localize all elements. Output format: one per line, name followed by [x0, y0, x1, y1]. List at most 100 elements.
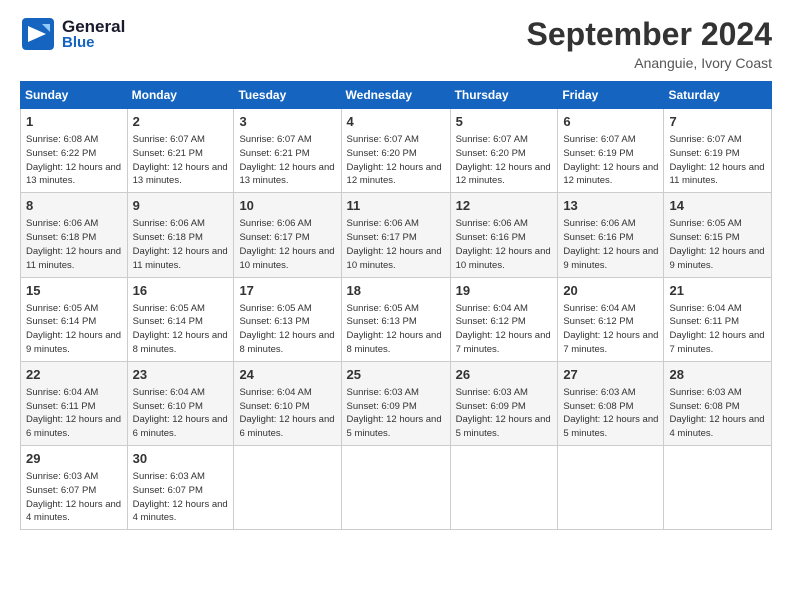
dow-header: Sunday	[21, 82, 128, 109]
day-number: 13	[563, 197, 658, 215]
day-detail: Sunrise: 6:03 AM Sunset: 6:07 PM Dayligh…	[26, 470, 122, 525]
day-detail: Sunrise: 6:06 AM Sunset: 6:18 PM Dayligh…	[26, 217, 122, 272]
day-number: 29	[26, 450, 122, 468]
day-detail: Sunrise: 6:05 AM Sunset: 6:13 PM Dayligh…	[239, 302, 335, 357]
day-detail: Sunrise: 6:03 AM Sunset: 6:08 PM Dayligh…	[563, 386, 658, 441]
day-number: 21	[669, 282, 766, 300]
calendar-cell	[664, 446, 772, 530]
day-number: 10	[239, 197, 335, 215]
calendar-cell: 12 Sunrise: 6:06 AM Sunset: 6:16 PM Dayl…	[450, 193, 558, 277]
day-number: 2	[133, 113, 229, 131]
day-number: 30	[133, 450, 229, 468]
calendar-cell	[341, 446, 450, 530]
dow-header: Wednesday	[341, 82, 450, 109]
day-detail: Sunrise: 6:03 AM Sunset: 6:09 PM Dayligh…	[456, 386, 553, 441]
dow-header: Tuesday	[234, 82, 341, 109]
day-detail: Sunrise: 6:07 AM Sunset: 6:21 PM Dayligh…	[133, 133, 229, 188]
day-detail: Sunrise: 6:04 AM Sunset: 6:12 PM Dayligh…	[456, 302, 553, 357]
day-number: 6	[563, 113, 658, 131]
day-detail: Sunrise: 6:05 AM Sunset: 6:14 PM Dayligh…	[133, 302, 229, 357]
calendar-cell: 13 Sunrise: 6:06 AM Sunset: 6:16 PM Dayl…	[558, 193, 664, 277]
day-detail: Sunrise: 6:04 AM Sunset: 6:10 PM Dayligh…	[239, 386, 335, 441]
day-number: 20	[563, 282, 658, 300]
day-number: 7	[669, 113, 766, 131]
day-detail: Sunrise: 6:04 AM Sunset: 6:11 PM Dayligh…	[669, 302, 766, 357]
calendar-cell: 26 Sunrise: 6:03 AM Sunset: 6:09 PM Dayl…	[450, 361, 558, 445]
calendar-cell: 14 Sunrise: 6:05 AM Sunset: 6:15 PM Dayl…	[664, 193, 772, 277]
calendar-cell: 16 Sunrise: 6:05 AM Sunset: 6:14 PM Dayl…	[127, 277, 234, 361]
day-number: 11	[347, 197, 445, 215]
dow-header: Saturday	[664, 82, 772, 109]
calendar-cell: 15 Sunrise: 6:05 AM Sunset: 6:14 PM Dayl…	[21, 277, 128, 361]
calendar-cell: 4 Sunrise: 6:07 AM Sunset: 6:20 PM Dayli…	[341, 109, 450, 193]
calendar-cell: 23 Sunrise: 6:04 AM Sunset: 6:10 PM Dayl…	[127, 361, 234, 445]
calendar-cell: 6 Sunrise: 6:07 AM Sunset: 6:19 PM Dayli…	[558, 109, 664, 193]
title-block: September 2024 Ananguie, Ivory Coast	[527, 16, 772, 71]
calendar-table: SundayMondayTuesdayWednesdayThursdayFrid…	[20, 81, 772, 530]
day-detail: Sunrise: 6:07 AM Sunset: 6:21 PM Dayligh…	[239, 133, 335, 188]
day-number: 9	[133, 197, 229, 215]
day-number: 16	[133, 282, 229, 300]
calendar-cell: 24 Sunrise: 6:04 AM Sunset: 6:10 PM Dayl…	[234, 361, 341, 445]
calendar-cell: 27 Sunrise: 6:03 AM Sunset: 6:08 PM Dayl…	[558, 361, 664, 445]
day-detail: Sunrise: 6:08 AM Sunset: 6:22 PM Dayligh…	[26, 133, 122, 188]
day-detail: Sunrise: 6:06 AM Sunset: 6:17 PM Dayligh…	[347, 217, 445, 272]
dow-header: Monday	[127, 82, 234, 109]
calendar-cell	[450, 446, 558, 530]
day-detail: Sunrise: 6:04 AM Sunset: 6:11 PM Dayligh…	[26, 386, 122, 441]
day-detail: Sunrise: 6:06 AM Sunset: 6:18 PM Dayligh…	[133, 217, 229, 272]
calendar-cell: 25 Sunrise: 6:03 AM Sunset: 6:09 PM Dayl…	[341, 361, 450, 445]
day-detail: Sunrise: 6:04 AM Sunset: 6:10 PM Dayligh…	[133, 386, 229, 441]
day-number: 28	[669, 366, 766, 384]
dow-header: Thursday	[450, 82, 558, 109]
calendar-cell: 21 Sunrise: 6:04 AM Sunset: 6:11 PM Dayl…	[664, 277, 772, 361]
calendar-cell: 29 Sunrise: 6:03 AM Sunset: 6:07 PM Dayl…	[21, 446, 128, 530]
day-number: 22	[26, 366, 122, 384]
calendar-cell: 11 Sunrise: 6:06 AM Sunset: 6:17 PM Dayl…	[341, 193, 450, 277]
day-number: 3	[239, 113, 335, 131]
day-detail: Sunrise: 6:06 AM Sunset: 6:16 PM Dayligh…	[456, 217, 553, 272]
day-number: 25	[347, 366, 445, 384]
day-number: 17	[239, 282, 335, 300]
calendar-cell: 30 Sunrise: 6:03 AM Sunset: 6:07 PM Dayl…	[127, 446, 234, 530]
day-number: 24	[239, 366, 335, 384]
calendar-cell: 1 Sunrise: 6:08 AM Sunset: 6:22 PM Dayli…	[21, 109, 128, 193]
day-detail: Sunrise: 6:07 AM Sunset: 6:20 PM Dayligh…	[456, 133, 553, 188]
day-number: 27	[563, 366, 658, 384]
calendar-cell: 28 Sunrise: 6:03 AM Sunset: 6:08 PM Dayl…	[664, 361, 772, 445]
day-number: 8	[26, 197, 122, 215]
day-detail: Sunrise: 6:03 AM Sunset: 6:08 PM Dayligh…	[669, 386, 766, 441]
day-number: 4	[347, 113, 445, 131]
day-number: 15	[26, 282, 122, 300]
calendar-cell: 20 Sunrise: 6:04 AM Sunset: 6:12 PM Dayl…	[558, 277, 664, 361]
calendar-cell: 18 Sunrise: 6:05 AM Sunset: 6:13 PM Dayl…	[341, 277, 450, 361]
day-detail: Sunrise: 6:06 AM Sunset: 6:16 PM Dayligh…	[563, 217, 658, 272]
calendar-cell: 22 Sunrise: 6:04 AM Sunset: 6:11 PM Dayl…	[21, 361, 128, 445]
logo-svg	[20, 16, 56, 52]
day-detail: Sunrise: 6:05 AM Sunset: 6:13 PM Dayligh…	[347, 302, 445, 357]
day-detail: Sunrise: 6:03 AM Sunset: 6:09 PM Dayligh…	[347, 386, 445, 441]
calendar-cell: 10 Sunrise: 6:06 AM Sunset: 6:17 PM Dayl…	[234, 193, 341, 277]
calendar-cell: 2 Sunrise: 6:07 AM Sunset: 6:21 PM Dayli…	[127, 109, 234, 193]
day-number: 5	[456, 113, 553, 131]
day-detail: Sunrise: 6:04 AM Sunset: 6:12 PM Dayligh…	[563, 302, 658, 357]
day-number: 18	[347, 282, 445, 300]
day-detail: Sunrise: 6:05 AM Sunset: 6:14 PM Dayligh…	[26, 302, 122, 357]
day-number: 23	[133, 366, 229, 384]
day-detail: Sunrise: 6:03 AM Sunset: 6:07 PM Dayligh…	[133, 470, 229, 525]
day-number: 14	[669, 197, 766, 215]
calendar-cell	[234, 446, 341, 530]
calendar-cell	[558, 446, 664, 530]
day-detail: Sunrise: 6:05 AM Sunset: 6:15 PM Dayligh…	[669, 217, 766, 272]
calendar-cell: 8 Sunrise: 6:06 AM Sunset: 6:18 PM Dayli…	[21, 193, 128, 277]
calendar-cell: 9 Sunrise: 6:06 AM Sunset: 6:18 PM Dayli…	[127, 193, 234, 277]
calendar-cell: 3 Sunrise: 6:07 AM Sunset: 6:21 PM Dayli…	[234, 109, 341, 193]
day-detail: Sunrise: 6:06 AM Sunset: 6:17 PM Dayligh…	[239, 217, 335, 272]
calendar-cell: 5 Sunrise: 6:07 AM Sunset: 6:20 PM Dayli…	[450, 109, 558, 193]
day-number: 1	[26, 113, 122, 131]
day-number: 26	[456, 366, 553, 384]
calendar-cell: 19 Sunrise: 6:04 AM Sunset: 6:12 PM Dayl…	[450, 277, 558, 361]
dow-header: Friday	[558, 82, 664, 109]
month-title: September 2024	[527, 16, 772, 53]
day-detail: Sunrise: 6:07 AM Sunset: 6:20 PM Dayligh…	[347, 133, 445, 188]
